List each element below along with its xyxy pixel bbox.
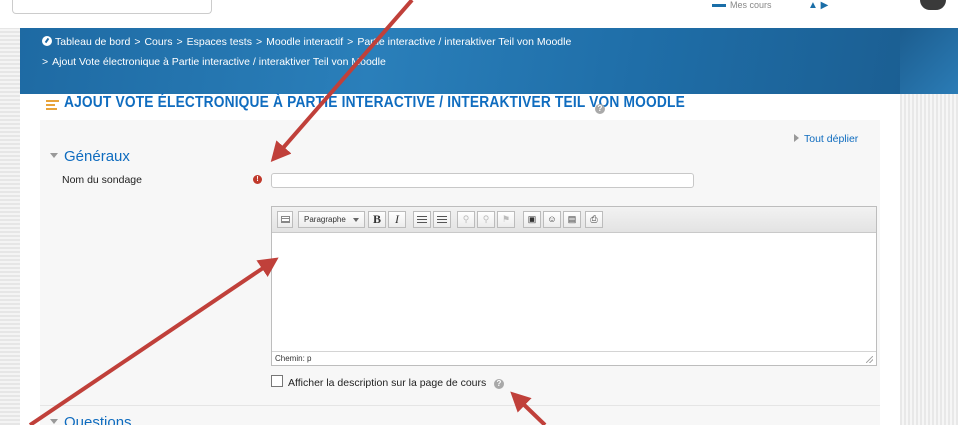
chevron-down-icon xyxy=(353,218,359,222)
dashboard-icon xyxy=(42,36,52,46)
help-icon[interactable]: ? xyxy=(595,104,605,114)
breadcrumb-courses[interactable]: Cours xyxy=(144,36,172,48)
toolbar-toggle-button[interactable] xyxy=(277,211,293,228)
choice-icon xyxy=(46,99,59,111)
breadcrumb-test-spaces[interactable]: Espaces tests xyxy=(187,36,252,48)
paragraph-format-select[interactable]: Paragraphe xyxy=(298,211,365,228)
bullet-list-button[interactable] xyxy=(413,211,431,228)
section-divider xyxy=(40,405,880,406)
unlink-button[interactable]: ⚲ xyxy=(477,211,495,228)
my-courses-menu[interactable]: Mes cours xyxy=(712,0,772,10)
bold-button[interactable]: B xyxy=(368,211,386,228)
link-button[interactable]: ⚲ xyxy=(457,211,475,228)
breadcrumb-current-row: > Ajout Vote électronique à Partie intera… xyxy=(42,56,386,68)
show-description-label: Afficher la description sur la page de c… xyxy=(288,377,487,389)
help-icon[interactable]: ? xyxy=(494,379,504,389)
page-background-left xyxy=(0,28,20,425)
collapse-caret-icon xyxy=(50,419,58,424)
avatar[interactable] xyxy=(920,0,946,10)
emoticon-button[interactable]: ☺ xyxy=(543,211,561,228)
anchor-button[interactable]: ⚑ xyxy=(497,211,515,228)
breadcrumb-separator: > xyxy=(42,56,49,68)
editor-path-bar: Chemin: p xyxy=(272,351,876,365)
breadcrumb-current: Ajout Vote électronique à Partie interac… xyxy=(52,56,386,68)
numbered-list-button[interactable] xyxy=(433,211,451,228)
breadcrumb-separator: > xyxy=(134,36,141,48)
main-region: AJOUT VOTE ÉLECTRONIQUE À PARTIE INTERAC… xyxy=(20,94,900,425)
breadcrumb-separator: > xyxy=(347,36,354,48)
insert-media-button[interactable]: ▤ xyxy=(563,211,581,228)
page-title: AJOUT VOTE ÉLECTRONIQUE À PARTIE INTERAC… xyxy=(64,94,685,111)
name-input[interactable] xyxy=(271,173,694,188)
notifications-icon[interactable]: ▲ ▶ xyxy=(808,0,828,11)
editor-content-area[interactable] xyxy=(272,234,876,351)
editor-toolbar: Paragraphe B I ⚲ ⚲ ⚑ ▣ ☺ ▤ ⎙ xyxy=(272,207,876,233)
breadcrumb-separator: > xyxy=(176,36,183,48)
required-icon: ! xyxy=(253,175,262,184)
description-editor: Paragraphe B I ⚲ ⚲ ⚑ ▣ ☺ ▤ ⎙ Chemin: p xyxy=(271,206,877,366)
resize-handle-icon[interactable] xyxy=(866,356,873,363)
page-header: Tableau de bord > Cours > Espaces tests > Mood… xyxy=(20,28,900,94)
expand-arrow-icon xyxy=(794,134,799,142)
breadcrumb-moodle-interactif[interactable]: Moodle interactif xyxy=(266,36,343,48)
insert-image-button[interactable]: ▣ xyxy=(523,211,541,228)
italic-button[interactable]: I xyxy=(388,211,406,228)
section-general-toggle[interactable]: Généraux xyxy=(50,148,130,165)
expand-all-link[interactable]: Tout déplier xyxy=(794,133,858,145)
manage-files-button[interactable]: ⎙ xyxy=(585,211,603,228)
collapse-caret-icon xyxy=(50,153,58,158)
section-questions-toggle[interactable]: Questions xyxy=(50,414,132,425)
top-navbar: Mes cours ▲ ▶ xyxy=(0,0,958,28)
breadcrumb-section[interactable]: Partie interactive / interaktiver Teil v… xyxy=(357,36,571,48)
header-extension xyxy=(900,28,958,94)
breadcrumb: Tableau de bord > Cours > Espaces tests > Mood… xyxy=(42,36,571,48)
breadcrumb-separator: > xyxy=(255,36,263,48)
breadcrumb-dashboard[interactable]: Tableau de bord xyxy=(55,36,130,48)
name-label: Nom du sondage xyxy=(62,174,142,186)
show-description-checkbox[interactable] xyxy=(271,375,283,387)
search-box[interactable] xyxy=(12,0,212,14)
